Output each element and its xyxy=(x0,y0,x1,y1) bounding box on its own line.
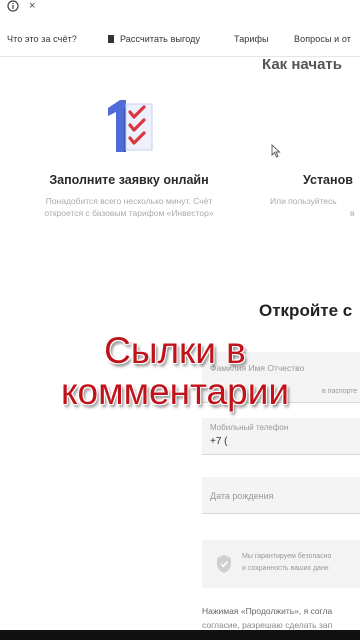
security-notice: Мы гарантируем безопасно и сохранность в… xyxy=(202,540,360,588)
mouse-cursor-icon xyxy=(271,143,281,163)
full-name-hint: в паспорте xyxy=(322,388,358,395)
step-2-description: Или пользуйтесь в xyxy=(270,195,355,219)
consent-text: Нажимая «Продолжить», я согла согласие, … xyxy=(202,604,332,632)
top-bar: × xyxy=(0,0,360,14)
full-name-label: Фамилия Имя Отчество xyxy=(210,363,305,373)
step-2-description-line-2: в xyxy=(350,208,355,218)
security-notice-text: Мы гарантируем безопасно и сохранность в… xyxy=(242,551,331,575)
step-2-title: Установ xyxy=(303,173,353,187)
step-1-title: Заполните заявку онлайн xyxy=(49,173,209,187)
step-1: Заполните заявку онлайн Понадобится всег… xyxy=(18,173,240,219)
info-icon[interactable] xyxy=(7,0,19,16)
nav-item-what-is-account[interactable]: Что это за счёт? xyxy=(7,34,77,44)
close-icon[interactable]: × xyxy=(29,0,35,12)
security-notice-line-2: и сохранность ваших данн xyxy=(242,565,329,572)
step-1-icon xyxy=(104,98,160,154)
form-title: Откройте с xyxy=(259,301,353,320)
step-1-description-line-2: откроется с базовым тарифом «Инвестор» xyxy=(44,208,214,218)
shield-icon xyxy=(216,554,232,579)
birth-date-label: Дата рождения xyxy=(210,491,274,501)
security-notice-line-1: Мы гарантируем безопасно xyxy=(242,553,332,560)
step-1-description-line-1: Понадобится всего несколько минут. Счёт xyxy=(45,196,213,206)
nav-item-tariffs[interactable]: Тарифы xyxy=(234,34,269,44)
step-1-description: Понадобится всего несколько минут. Счёт … xyxy=(18,195,240,219)
birth-date-field[interactable]: Дата рождения xyxy=(202,477,360,514)
consent-line-1: Нажимая «Продолжить», я согла xyxy=(202,606,333,616)
section-title: Как начать xyxy=(262,56,343,73)
full-name-field[interactable]: Фамилия Имя Отчество в паспорте xyxy=(202,352,360,403)
nav-item-calculate-label: Рассчитать выгоду xyxy=(120,34,201,44)
bottom-bar xyxy=(0,630,360,640)
calculator-icon xyxy=(108,35,114,43)
step-2-description-line-1: Или пользуйтесь xyxy=(270,196,337,206)
nav-item-questions[interactable]: Вопросы и от xyxy=(294,34,351,44)
nav-item-calculate[interactable]: Рассчитать выгоду xyxy=(108,34,200,44)
phone-label: Мобильный телефон xyxy=(210,423,289,432)
phone-field[interactable]: Мобильный телефон +7 ( xyxy=(202,418,360,455)
phone-value: +7 ( xyxy=(210,436,228,447)
step-2: Установ Или пользуйтесь в xyxy=(270,173,355,219)
top-navigation: Что это за счёт? Рассчитать выгоду Тариф… xyxy=(0,28,360,54)
